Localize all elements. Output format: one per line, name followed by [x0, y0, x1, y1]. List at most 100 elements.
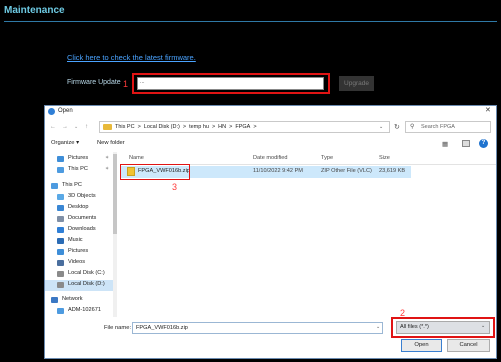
nav-item-thispc[interactable]: This PC: [45, 181, 113, 192]
nav-item-3d-objects[interactable]: 3D Objects: [45, 192, 113, 203]
open-button[interactable]: Open: [401, 339, 442, 352]
search-input[interactable]: ⚲ Search FPGA: [405, 121, 491, 133]
nav-item-documents[interactable]: Documents: [45, 214, 113, 225]
nav-item-label: Local Disk (C:): [68, 270, 105, 276]
nav-scrollbar[interactable]: [113, 152, 117, 317]
title-divider: [4, 21, 497, 22]
breadcrumb-separator: >: [229, 124, 233, 130]
nav-item-label: Documents: [68, 215, 97, 221]
nav-item-label: Network: [62, 296, 83, 302]
nav-item-label: Pictures: [68, 155, 89, 161]
firmware-update-label: Firmware Update: [67, 79, 121, 86]
check-firmware-link[interactable]: Click here to check the latest firmware.: [67, 53, 196, 62]
nav-item-downloads[interactable]: Downloads: [45, 225, 113, 236]
nav-scrollbar-thumb[interactable]: [113, 154, 117, 234]
search-placeholder: Search FPGA: [421, 124, 455, 130]
nav-item-network[interactable]: Network: [45, 295, 113, 306]
chevron-down-icon[interactable]: ⌄: [376, 324, 380, 330]
dialog-title: Open: [58, 108, 73, 114]
breadcrumb-item[interactable]: Local Disk (D:): [144, 124, 180, 130]
nav-item-label: Pictures: [68, 248, 89, 254]
nav-item-label: This PC: [62, 182, 82, 188]
dialog-titlebar[interactable]: Open ✕: [45, 106, 496, 118]
pin-icon: ✶: [105, 155, 110, 161]
disk-icon: [57, 282, 64, 288]
desktop-icon: [57, 205, 64, 211]
browser-app-icon: [48, 108, 55, 115]
organize-button[interactable]: Organize ▾: [51, 140, 79, 146]
up-arrow-icon[interactable]: ↑: [85, 124, 88, 130]
folder-icon: [103, 124, 112, 130]
nav-item-label: Local Disk (D:): [68, 281, 105, 287]
file-name-input[interactable]: FPGA_VWF016b.zip ⌄: [132, 322, 383, 334]
breadcrumb-item[interactable]: HN: [218, 124, 226, 130]
firmware-file-input[interactable]: ...: [137, 77, 324, 90]
file-name-label: File name:: [104, 325, 132, 331]
address-bar[interactable]: This PC > Local Disk (D:) > temp hu > HN > FPGA >…: [99, 121, 390, 133]
breadcrumb-separator: >: [137, 124, 141, 130]
nav-item-label: ADM-102671: [68, 307, 101, 313]
computer-icon: [51, 183, 58, 189]
nav-item-pictures[interactable]: Pictures: [45, 247, 113, 258]
disk-icon: [57, 271, 64, 277]
step-marker-1: 1: [123, 79, 129, 89]
chevron-down-icon[interactable]: ⌄: [481, 323, 485, 329]
highlight-box-zip-file: [120, 164, 190, 180]
address-row: ← → ⌄ ↑ This PC > Local Disk (D:) > temp hu >…: [45, 119, 496, 136]
forward-arrow-icon[interactable]: →: [62, 124, 68, 130]
navigation-pane: Pictures ✶ This PC ✶ This PC 3D Objects …: [45, 152, 117, 317]
back-arrow-icon[interactable]: ←: [50, 124, 56, 130]
refresh-icon[interactable]: ↻: [394, 123, 400, 131]
view-options-icon[interactable]: ▦: [442, 140, 448, 148]
upgrade-button[interactable]: Upgrade: [339, 76, 374, 91]
step-marker-3: 3: [172, 182, 178, 192]
file-type: ZIP Other File (VLC): [321, 168, 372, 174]
nav-item-label: Downloads: [68, 226, 96, 232]
column-header-size[interactable]: Size: [379, 155, 390, 161]
breadcrumb-separator: >: [253, 124, 257, 130]
breadcrumb-separator: >: [211, 124, 216, 130]
nav-item-music[interactable]: Music: [45, 236, 113, 247]
breadcrumb-item[interactable]: temp hu: [189, 124, 209, 130]
address-dropdown-icon[interactable]: ⌄: [379, 124, 383, 130]
breadcrumb-separator: >: [182, 124, 187, 130]
file-name-value: FPGA_VWF016b.zip: [136, 325, 188, 331]
column-header-type[interactable]: Type: [321, 155, 333, 161]
recent-locations-chevron-icon[interactable]: ⌄: [74, 124, 78, 130]
preview-pane-icon[interactable]: [462, 140, 470, 147]
open-file-dialog: Open ✕ ← → ⌄ ↑ This PC > Local Disk (D:) > t…: [44, 105, 497, 359]
nav-item-thispc-quick[interactable]: This PC ✶: [45, 165, 113, 176]
file-size: 23,619 KB: [379, 168, 406, 174]
breadcrumb-item[interactable]: This PC: [115, 124, 135, 130]
nav-item-label: This PC: [68, 166, 88, 172]
search-icon: ⚲: [410, 124, 415, 130]
downloads-icon: [57, 227, 64, 233]
videos-icon: [57, 260, 64, 266]
music-icon: [57, 238, 64, 244]
network-icon: [51, 297, 58, 303]
nav-item-label: Videos: [68, 259, 86, 265]
breadcrumb: This PC > Local Disk (D:) > temp hu > HN > FPGA >: [115, 124, 260, 130]
computer-icon: [57, 308, 64, 314]
file-type-value: All files (*.*): [400, 324, 429, 330]
nav-item-label: Music: [68, 237, 83, 243]
close-icon[interactable]: ✕: [485, 106, 491, 114]
file-type-select[interactable]: All files (*.*) ⌄: [396, 321, 490, 334]
nav-item-adm[interactable]: ADM-102671: [45, 306, 113, 317]
dialog-toolbar: Organize ▾ New folder ▦ ?: [45, 138, 496, 152]
breadcrumb-item[interactable]: FPGA: [235, 124, 250, 130]
nav-item-videos[interactable]: Videos: [45, 258, 113, 269]
documents-icon: [57, 216, 64, 222]
nav-item-local-disk-c[interactable]: Local Disk (C:): [45, 269, 113, 280]
cube-icon: [57, 194, 64, 200]
cancel-button[interactable]: Cancel: [447, 339, 490, 352]
new-folder-button[interactable]: New folder: [97, 140, 125, 146]
nav-item-local-disk-d[interactable]: Local Disk (D:): [45, 280, 113, 291]
pictures-icon: [57, 156, 64, 162]
nav-item-label: Desktop: [68, 204, 89, 210]
nav-item-pictures-quick[interactable]: Pictures ✶: [45, 154, 113, 165]
column-header-name[interactable]: Name: [129, 155, 144, 161]
column-header-date[interactable]: Date modified: [253, 155, 288, 161]
nav-item-desktop[interactable]: Desktop: [45, 203, 113, 214]
help-icon[interactable]: ?: [479, 139, 488, 148]
